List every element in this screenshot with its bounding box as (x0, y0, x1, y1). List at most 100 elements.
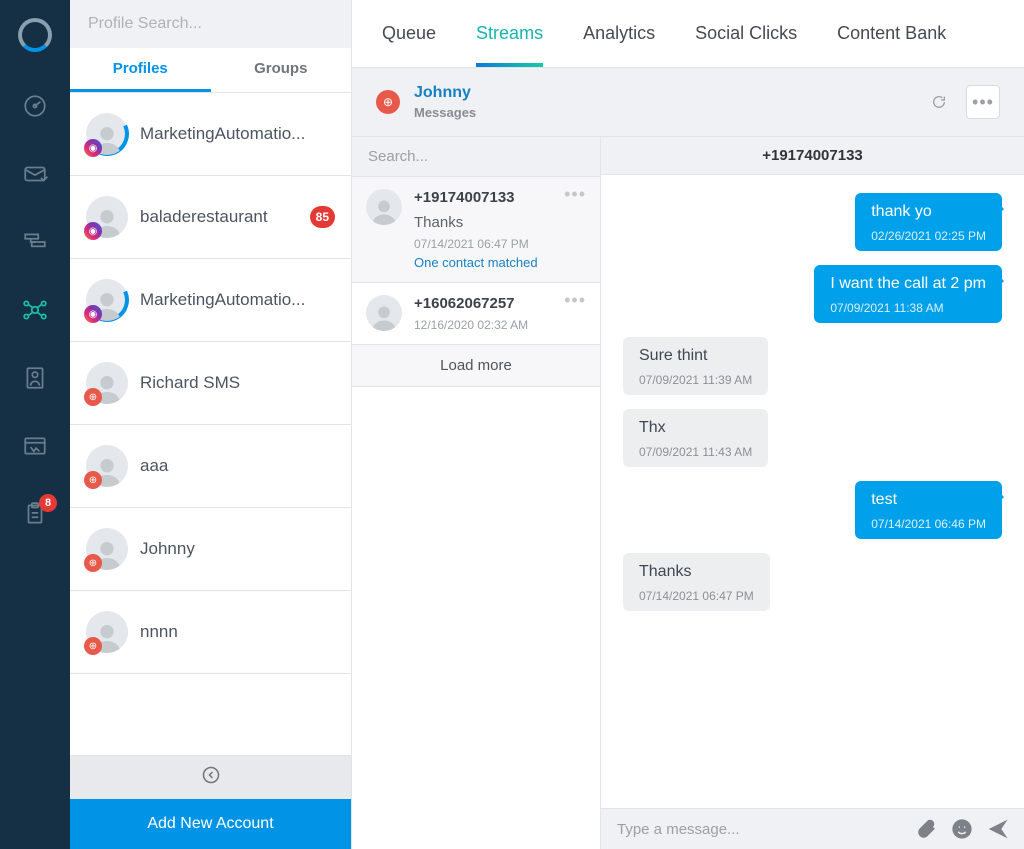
thread-item[interactable]: +19174007133Thanks07/14/2021 06:47 PMOne… (352, 177, 600, 283)
window-icon[interactable] (21, 432, 49, 460)
topnav-content-bank[interactable]: Content Bank (837, 1, 946, 66)
message-bubble: Thanks07/14/2021 06:47 PM (623, 553, 770, 611)
threads-list: +19174007133Thanks07/14/2021 06:47 PMOne… (352, 177, 600, 345)
thread-more-icon[interactable]: ••• (564, 189, 586, 270)
stream-body: +19174007133Thanks07/14/2021 06:47 PMOne… (352, 137, 1024, 849)
profile-avatar: ⊕ (86, 611, 128, 653)
message-text: Thanks (639, 563, 754, 581)
profile-name: Richard SMS (140, 373, 335, 393)
thread-name: +16062067257 (414, 295, 552, 312)
thread-avatar (366, 295, 402, 331)
message-timestamp: 07/09/2021 11:39 AM (639, 373, 752, 387)
message-text: I want the call at 2 pm (830, 275, 986, 293)
attach-icon[interactable] (914, 817, 938, 841)
top-nav: Queue Streams Analytics Social Clicks Conten… (352, 0, 1024, 68)
message-text: test (871, 491, 986, 509)
stream-subtitle: Messages (414, 105, 476, 120)
instagram-icon: ◉ (84, 222, 102, 240)
profile-avatar: ⊕ (86, 445, 128, 487)
profile-badge: 85 (310, 206, 335, 228)
more-button[interactable]: ••• (966, 85, 1000, 119)
instagram-icon: ◉ (84, 139, 102, 157)
message-timestamp: 07/09/2021 11:43 AM (639, 445, 752, 459)
topnav-queue[interactable]: Queue (382, 1, 436, 66)
threads-search-input[interactable] (366, 147, 586, 166)
message-bubble: Sure thint07/09/2021 11:39 AM (623, 337, 768, 395)
load-more-button[interactable]: Load more (352, 345, 600, 387)
mail-icon[interactable] (21, 160, 49, 188)
message-bubble: I want the call at 2 pm 07/09/2021 11:38 … (814, 265, 1002, 323)
message-row: thank yo 02/26/2021 02:25 PM (623, 193, 1002, 251)
tab-profiles[interactable]: Profiles (70, 48, 211, 92)
profile-item[interactable]: ◉ MarketingAutomatio... (70, 259, 351, 342)
message-row: I want the call at 2 pm 07/09/2021 11:38 … (623, 265, 1002, 323)
refresh-button[interactable] (922, 85, 956, 119)
stream-title[interactable]: Johnny (414, 84, 476, 102)
message-row: Thx 07/09/2021 11:43 AM (623, 409, 1002, 467)
profile-item[interactable]: ⊕ aaa (70, 425, 351, 508)
message-timestamp: 07/09/2021 11:38 AM (830, 301, 986, 315)
threads-search[interactable] (352, 137, 600, 177)
collapse-button[interactable] (70, 755, 351, 799)
app-root: 8 Profiles Groups ◉ MarketingAutomatio...… (0, 0, 1024, 849)
composer (601, 808, 1024, 849)
message-bubble: test 07/14/2021 06:46 PM (855, 481, 1002, 539)
layers-icon[interactable] (21, 228, 49, 256)
channel-icon: ⊕ (84, 637, 102, 655)
message-bubble: thank yo 02/26/2021 02:25 PM (855, 193, 1002, 251)
thread-timestamp: 12/16/2020 02:32 AM (414, 318, 552, 332)
topnav-streams[interactable]: Streams (476, 1, 543, 66)
message-row: Thanks07/14/2021 06:47 PM (623, 553, 1002, 611)
message-timestamp: 02/26/2021 02:25 PM (871, 229, 986, 243)
profile-avatar: ⊕ (86, 362, 128, 404)
message-row: Sure thint07/09/2021 11:39 AM (623, 337, 1002, 395)
emoji-icon[interactable] (950, 817, 974, 841)
profile-tabs: Profiles Groups (70, 48, 351, 93)
profile-icon[interactable] (21, 364, 49, 392)
profile-name: aaa (140, 456, 335, 476)
add-account-button[interactable]: Add New Account (70, 799, 351, 849)
clipboard-icon[interactable]: 8 (21, 500, 49, 528)
message-text: Thx (639, 419, 752, 437)
tab-groups[interactable]: Groups (211, 48, 352, 92)
message-timestamp: 07/14/2021 06:46 PM (871, 517, 986, 531)
message-bubble: Thx 07/09/2021 11:43 AM (623, 409, 768, 467)
profile-name: Johnny (140, 539, 335, 559)
profile-avatar: ◉ (86, 113, 128, 155)
profile-item[interactable]: ⊕ Richard SMS (70, 342, 351, 425)
profile-item[interactable]: ◉ MarketingAutomatio... (70, 93, 351, 176)
message-row: test 07/14/2021 06:46 PM (623, 481, 1002, 539)
thread-item[interactable]: +16062067257 12/16/2020 02:32 AM ••• (352, 283, 600, 345)
profile-search-input[interactable] (86, 14, 335, 34)
thread-timestamp: 07/14/2021 06:47 PM (414, 237, 552, 251)
profile-search[interactable] (70, 0, 351, 48)
threads-panel: +19174007133Thanks07/14/2021 06:47 PMOne… (352, 137, 601, 849)
profile-name: MarketingAutomatio... (140, 124, 335, 144)
message-text: thank yo (871, 203, 986, 221)
stream-header: ⊕ Johnny Messages ••• (352, 68, 1024, 137)
profiles-panel: Profiles Groups ◉ MarketingAutomatio... ◉ b… (70, 0, 352, 849)
chat-header: +19174007133 (601, 137, 1024, 175)
thread-more-icon[interactable]: ••• (564, 295, 586, 332)
clipboard-badge: 8 (39, 494, 57, 512)
nav-rail: 8 (0, 0, 70, 849)
profile-name: baladerestaurant (140, 207, 298, 227)
profile-avatar: ◉ (86, 279, 128, 321)
profiles-footer: Add New Account (70, 755, 351, 849)
profile-item[interactable]: ⊕ Johnny (70, 508, 351, 591)
brand-logo (18, 18, 52, 52)
profile-item[interactable]: ⊕nnnn (70, 591, 351, 674)
dashboard-icon[interactable] (21, 92, 49, 120)
profile-item[interactable]: ◉ baladerestaurant 85 (70, 176, 351, 259)
stream-title-block: Johnny Messages (414, 84, 476, 120)
hub-icon[interactable] (21, 296, 49, 324)
profile-avatar: ◉ (86, 196, 128, 238)
composer-input[interactable] (615, 820, 902, 839)
profile-name: MarketingAutomatio... (140, 290, 335, 310)
channel-icon: ⊕ (84, 471, 102, 489)
send-icon[interactable] (986, 817, 1010, 841)
profile-avatar: ⊕ (86, 528, 128, 570)
topnav-analytics[interactable]: Analytics (583, 1, 655, 66)
thread-match-link[interactable]: One contact matched (414, 255, 552, 270)
topnav-social-clicks[interactable]: Social Clicks (695, 1, 797, 66)
